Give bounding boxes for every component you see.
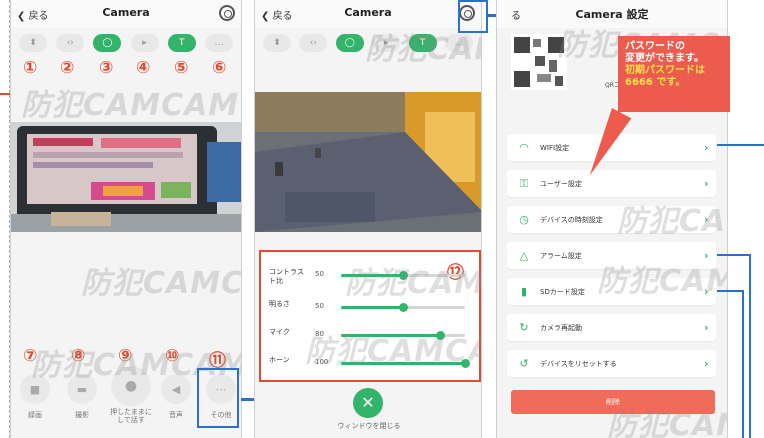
connector-line — [717, 254, 750, 256]
bulb-icon[interactable]: ◯ — [335, 34, 364, 52]
more-icon[interactable]: … — [204, 34, 233, 52]
watermark: 防犯CAMCAM — [597, 264, 727, 299]
video-icon: ■ — [29, 382, 41, 396]
slider-value: 50 — [315, 302, 324, 310]
code-icon[interactable]: ‹› — [56, 34, 85, 52]
chevron-right-icon: › — [704, 141, 709, 154]
callout-number-3: ③ — [99, 58, 114, 78]
callout-number-6: ⑥ — [212, 58, 227, 78]
callout-line-3: 初期パスワードは — [625, 65, 705, 76]
restart-camera-item[interactable]: ↻ カメラ再起動 › — [507, 314, 716, 341]
reset-icon: ↺ — [519, 356, 529, 370]
callout-number-2: ② — [60, 58, 75, 78]
slider-knob[interactable] — [399, 303, 408, 312]
play-icon[interactable]: ▸ — [130, 34, 159, 52]
watermark: 防犯CAMCAM — [345, 266, 481, 301]
connector-line — [742, 290, 744, 438]
page-title: Camera — [344, 6, 392, 19]
close-window-label: ウィンドウを閉じる — [337, 422, 401, 430]
code-icon[interactable]: ‹› — [299, 34, 328, 52]
menu-item-label: ユーザー設定 — [540, 179, 582, 188]
watermark: 防犯CAMCAM — [81, 266, 242, 301]
folder-icon: ▬ — [76, 382, 88, 396]
menu-item-label: デバイスをリセットする — [540, 359, 617, 368]
close-icon: ✕ — [361, 393, 375, 412]
image-settings-screen: ❮ 戻る Camera ⬍ ‹› ◯ ▸ T … ⑫ コントラスト比 50 明る… — [254, 0, 482, 438]
watermark: 防犯CAMCAM — [305, 334, 481, 369]
talk-label: 押したままに して話す — [110, 408, 152, 424]
connector-line — [749, 254, 751, 438]
live-video[interactable] — [255, 92, 481, 232]
audio-label: 音声 — [169, 411, 183, 419]
callout-number-4: ④ — [136, 58, 151, 78]
watermark: 防犯CAMCAM — [21, 88, 240, 123]
left-dashed-guide — [0, 0, 10, 438]
menu-item-label: カメラ再起動 — [540, 323, 582, 332]
slider-label: ホーン — [269, 356, 290, 364]
split-icon[interactable]: ⬍ — [263, 34, 291, 52]
page-title: Camera — [102, 6, 150, 19]
wifi-icon: ◠ — [519, 140, 529, 154]
clock-icon: ◷ — [519, 212, 529, 226]
slider-track[interactable] — [341, 303, 465, 312]
menu-item-label: WIFI設定 — [540, 143, 570, 152]
gear-icon[interactable] — [219, 5, 235, 21]
split-icon[interactable]: ⬍ — [19, 34, 47, 52]
connector-line — [717, 144, 764, 146]
video-frame-image — [255, 92, 481, 232]
watermark: 防犯CAMCAM — [617, 204, 727, 239]
watermark: 防犯CAMCAM — [607, 408, 727, 438]
callout-line-1: パスワードの — [625, 41, 685, 52]
slider-value: 50 — [315, 270, 324, 278]
highlight-box-more — [197, 368, 239, 428]
speaker-icon: ◀ — [171, 382, 181, 396]
chevron-right-icon: › — [704, 321, 709, 334]
close-window-button[interactable]: ✕ — [353, 388, 383, 418]
chevron-right-icon: › — [704, 177, 709, 190]
live-video[interactable] — [11, 122, 241, 232]
callout-line-2: 変更ができます。 — [625, 53, 704, 64]
slider-label: マイク — [269, 328, 290, 336]
user-settings-item[interactable]: ⚿ ユーザー設定 › — [507, 170, 716, 197]
callout-line-4: 6666 です。 — [625, 77, 686, 88]
slider-label: コントラスト比 — [269, 268, 304, 285]
alarm-icon: △ — [519, 248, 529, 262]
callout-number-5: ⑤ — [174, 58, 189, 78]
record-label: 録画 — [28, 411, 42, 419]
snapshot-label: 撮影 — [75, 411, 89, 419]
key-icon: ⚿ — [519, 176, 529, 190]
callout-number-1: ① — [23, 58, 38, 78]
sd-icon: ▮ — [520, 284, 528, 298]
video-frame-image — [11, 122, 241, 232]
slider-label: 明るさ — [269, 300, 290, 308]
toolbar: ⬍ ‹› ◯ ▸ T … — [19, 34, 233, 56]
highlight-box-gear — [458, 0, 488, 33]
restart-icon: ↻ — [519, 320, 529, 334]
text-icon[interactable]: T — [167, 34, 196, 52]
reset-device-item[interactable]: ↺ デバイスをリセットする › — [507, 350, 716, 377]
bulb-icon[interactable]: ◯ — [93, 34, 122, 52]
header: ❮ 戻る Camera — [11, 0, 241, 28]
chevron-right-icon: › — [704, 357, 709, 370]
password-callout: パスワードの 変更ができます。 初期パスワードは 6666 です。 — [618, 36, 730, 112]
connector-line — [717, 290, 743, 292]
